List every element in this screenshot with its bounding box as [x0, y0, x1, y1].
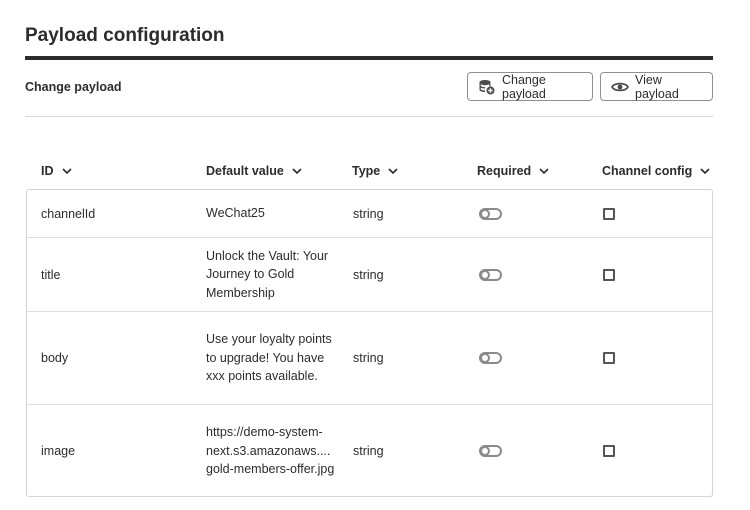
page-title: Payload configuration	[25, 25, 225, 46]
column-header-label: Default value	[206, 164, 284, 178]
column-header-required[interactable]: Required	[477, 164, 549, 178]
cell-type: string	[353, 351, 384, 365]
required-toggle-cell	[479, 190, 502, 237]
column-header-label: ID	[41, 164, 54, 178]
database-add-icon	[478, 79, 496, 95]
channel-config-cell	[603, 190, 615, 237]
channel-config-checkbox[interactable]	[603, 352, 615, 364]
channel-config-cell	[603, 312, 615, 404]
cell-id: channelId	[41, 206, 96, 221]
channel-config-cell	[603, 405, 615, 497]
required-toggle[interactable]	[479, 352, 502, 364]
chevron-down-icon	[292, 167, 302, 175]
payload-table: channelId WeChat25 string title Unlock t…	[26, 189, 713, 497]
chevron-down-icon	[61, 167, 72, 175]
required-toggle-cell	[479, 312, 502, 404]
channel-config-checkbox[interactable]	[603, 268, 615, 281]
column-header-id[interactable]: ID	[41, 164, 72, 178]
eye-icon	[611, 79, 629, 95]
channel-config-checkbox[interactable]	[603, 445, 615, 457]
table-row: body Use your loyalty points to upgrade!…	[27, 312, 712, 405]
cell-default-value: WeChat25	[206, 206, 265, 221]
cell-id: body	[41, 351, 69, 365]
cell-default-value: https://demo-system-next.s3.amazonaws...…	[206, 425, 335, 477]
title-divider	[25, 56, 713, 60]
cell-default-value: Use your loyalty points to upgrade! You …	[206, 332, 332, 384]
chevron-down-icon	[539, 167, 549, 175]
view-payload-button[interactable]: View payload	[600, 72, 713, 101]
cell-id: title	[41, 267, 61, 282]
column-header-channel-config[interactable]: Channel config	[602, 164, 710, 178]
channel-config-cell	[603, 238, 615, 311]
section-label: Change payload	[25, 80, 122, 94]
required-toggle[interactable]	[479, 268, 502, 281]
section-divider	[25, 116, 713, 117]
column-header-default-value[interactable]: Default value	[206, 164, 302, 178]
change-payload-label: Change payload	[502, 72, 546, 101]
required-toggle[interactable]	[479, 207, 502, 220]
required-toggle-cell	[479, 238, 502, 311]
table-row: channelId WeChat25 string	[27, 190, 712, 238]
cell-default-value: Unlock the Vault: Your Journey to Gold M…	[206, 248, 329, 300]
cell-type: string	[353, 444, 384, 458]
required-toggle-cell	[479, 405, 502, 497]
chevron-down-icon	[388, 167, 398, 175]
column-header-label: Type	[352, 164, 381, 178]
channel-config-checkbox[interactable]	[603, 207, 615, 220]
column-header-type[interactable]: Type	[352, 164, 398, 178]
cell-type: string	[353, 206, 384, 221]
required-toggle[interactable]	[479, 445, 502, 457]
column-header-label: Required	[477, 164, 532, 178]
column-header-label: Channel config	[602, 164, 693, 178]
change-payload-button[interactable]: Change payload	[467, 72, 593, 101]
view-payload-label: View payload	[635, 72, 679, 101]
cell-id: image	[41, 444, 76, 458]
chevron-down-icon	[700, 167, 710, 175]
table-row: image https://demo-system-next.s3.amazon…	[27, 405, 712, 497]
table-row: title Unlock the Vault: Your Journey to …	[27, 238, 712, 312]
cell-type: string	[353, 267, 384, 282]
